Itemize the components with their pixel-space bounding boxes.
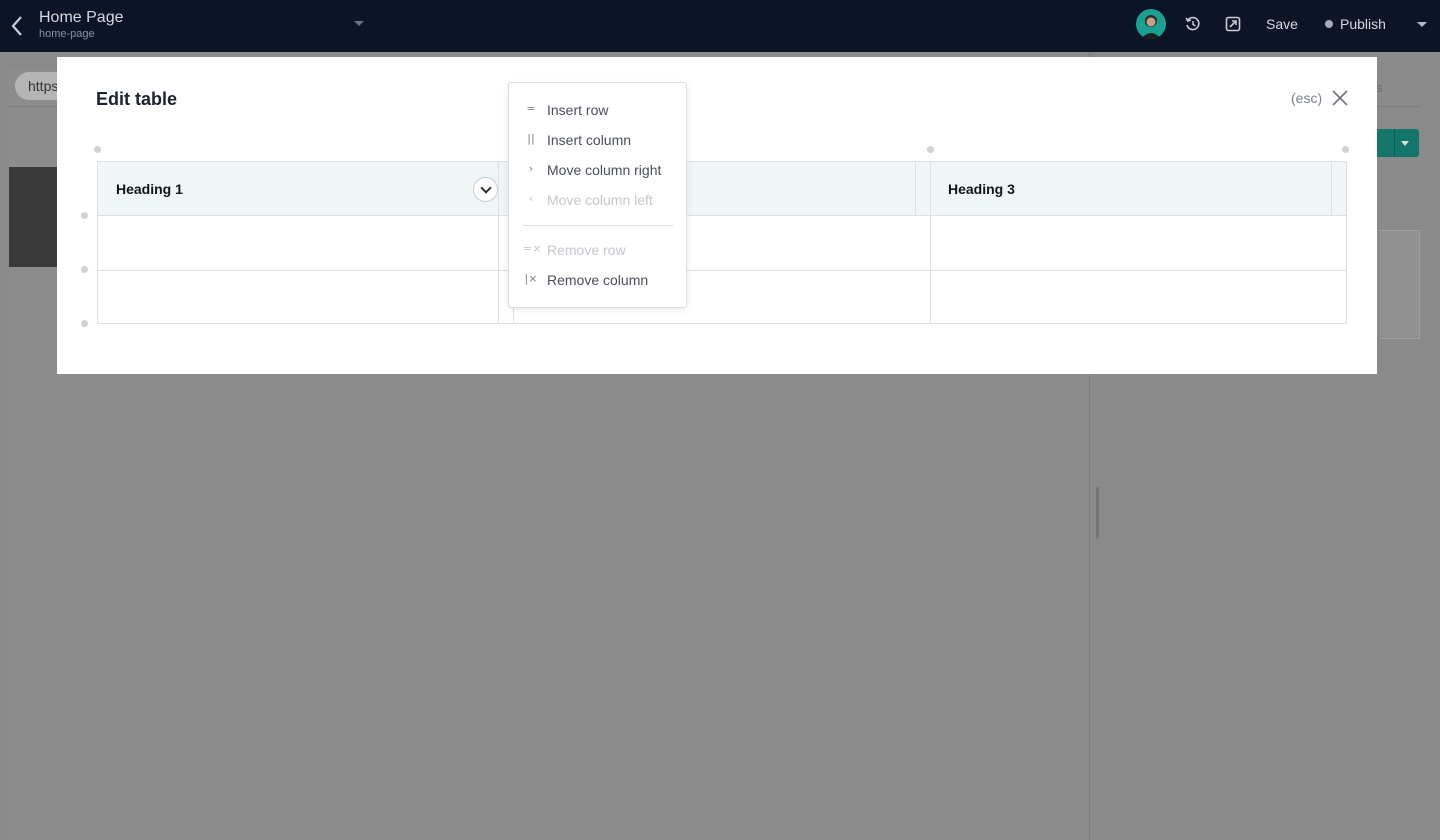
column-menu-button[interactable] <box>473 177 498 202</box>
page-slug: home-page <box>39 28 95 40</box>
remove-row-icon: =× <box>523 242 542 255</box>
menu-item-move-column-right[interactable]: › Move column right <box>509 155 686 185</box>
page-select-caret-icon[interactable] <box>354 21 364 26</box>
row-handle-3[interactable] <box>81 320 88 327</box>
menu-separator <box>523 225 673 226</box>
menu-item-remove-row: =× Remove row <box>509 235 686 265</box>
publish-status-dot <box>1325 20 1333 28</box>
menu-item-insert-row[interactable]: = Insert row <box>509 95 686 125</box>
publish-options-caret-icon[interactable] <box>1417 22 1427 27</box>
menu-item-label: Remove column <box>547 272 649 288</box>
modal-title: Edit table <box>96 89 178 109</box>
back-arrow-icon[interactable] <box>6 12 28 40</box>
page-title[interactable]: Home Page <box>39 9 124 27</box>
remove-column-icon: |× <box>524 272 538 285</box>
menu-item-label: Move column right <box>547 162 662 178</box>
row-handle-2[interactable] <box>81 266 88 273</box>
column-divider <box>915 162 916 216</box>
menu-item-remove-column[interactable]: |× Remove column <box>509 265 686 295</box>
menu-item-label: Move column left <box>547 192 653 208</box>
chevron-down-icon <box>480 182 492 194</box>
menu-item-label: Remove row <box>547 242 626 258</box>
heading-cell-3[interactable]: Heading 3 <box>948 181 1015 197</box>
user-avatar[interactable] <box>1136 9 1166 39</box>
table-cell-r2c3[interactable] <box>930 270 1346 323</box>
panel-card <box>1380 230 1420 339</box>
save-button[interactable]: Save <box>1266 16 1298 32</box>
column-handle-3[interactable] <box>927 146 934 153</box>
table-cell-r1c3[interactable] <box>930 216 1346 269</box>
edit-table-modal: Edit table (esc) Heading 1 Heading 3 <box>57 57 1377 374</box>
menu-item-label: Insert column <box>547 132 632 148</box>
table-cell-r1c1[interactable] <box>98 216 498 269</box>
panel-divider <box>1377 106 1420 107</box>
close-icon[interactable] <box>1331 89 1349 107</box>
chevron-right-icon: › <box>528 162 534 175</box>
table-header-row <box>98 162 1346 216</box>
column-divider <box>1331 162 1332 216</box>
panel-action-button <box>1377 129 1419 157</box>
menu-item-label: Insert row <box>547 102 609 118</box>
heading-cell-1[interactable]: Heading 1 <box>116 181 183 197</box>
panel-action-caret-icon <box>1401 141 1409 146</box>
column-context-menu: = Insert row || Insert column › Move col… <box>508 82 687 308</box>
column-handle-end[interactable] <box>1342 146 1349 153</box>
row-handle-1[interactable] <box>81 212 88 219</box>
top-bar: Home Page home-page Save Publish <box>0 0 1440 52</box>
menu-item-insert-column[interactable]: || Insert column <box>509 125 686 155</box>
chevron-left-icon: ‹ <box>528 192 534 205</box>
panel-action-separator <box>1394 129 1395 157</box>
publish-label: Publish <box>1340 16 1386 32</box>
history-icon[interactable] <box>1184 15 1202 33</box>
table-cell-r2c1[interactable] <box>98 270 498 323</box>
esc-hint: (esc) <box>1291 90 1323 106</box>
external-preview-icon[interactable] <box>1225 16 1241 32</box>
insert-column-icon: || <box>527 132 535 145</box>
insert-row-icon: = <box>526 102 536 115</box>
column-divider <box>498 162 499 323</box>
column-handle-1[interactable] <box>94 146 101 153</box>
menu-item-move-column-left: ‹ Move column left <box>509 185 686 215</box>
publish-button[interactable]: Publish <box>1325 16 1386 32</box>
panel-resize-handle <box>1096 487 1099 539</box>
url-text: https <box>28 78 59 94</box>
